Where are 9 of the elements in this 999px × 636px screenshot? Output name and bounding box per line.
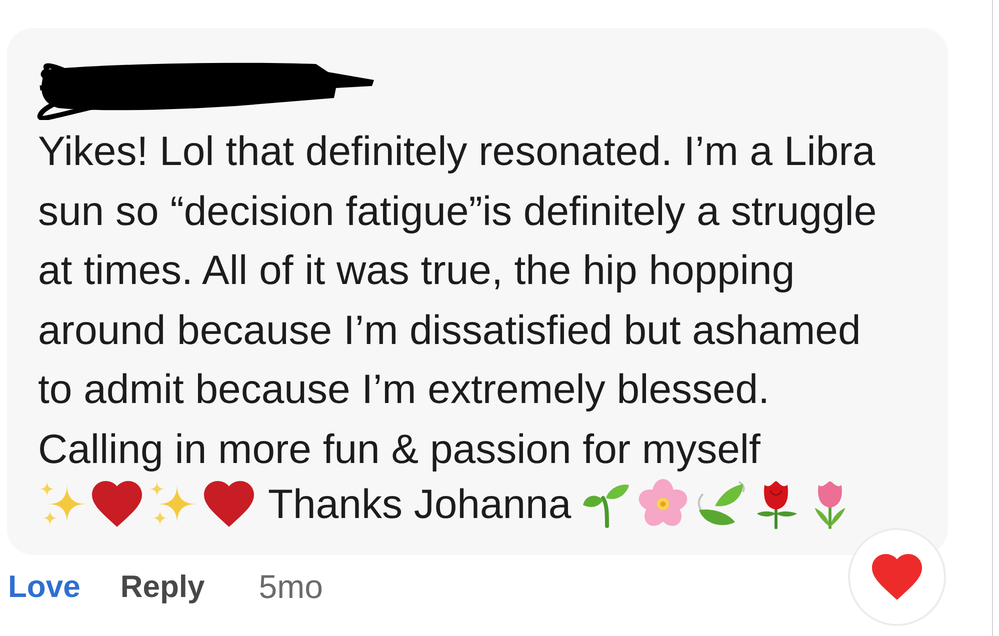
action-link[interactable]: Reply — [120, 568, 205, 606]
heart-icon — [204, 481, 254, 527]
closing-text: Thanks Johanna — [268, 480, 572, 528]
action-link[interactable]: Love — [8, 568, 80, 606]
leaves-icon — [695, 480, 746, 528]
timestamp: 5mo — [258, 568, 323, 606]
heart-icon — [872, 554, 922, 600]
heart-icon — [92, 481, 142, 527]
comment-text: Yikes! Lol that definitely resonated. I’m a Libra sun so “decision fatigue”is definitely a struggle at times. All of it was true, the hip hopping around because I’m dissatisfied but ashamed to admit because I’m extremely blessed. Calling in more fun & passion for myself — [38, 127, 877, 474]
